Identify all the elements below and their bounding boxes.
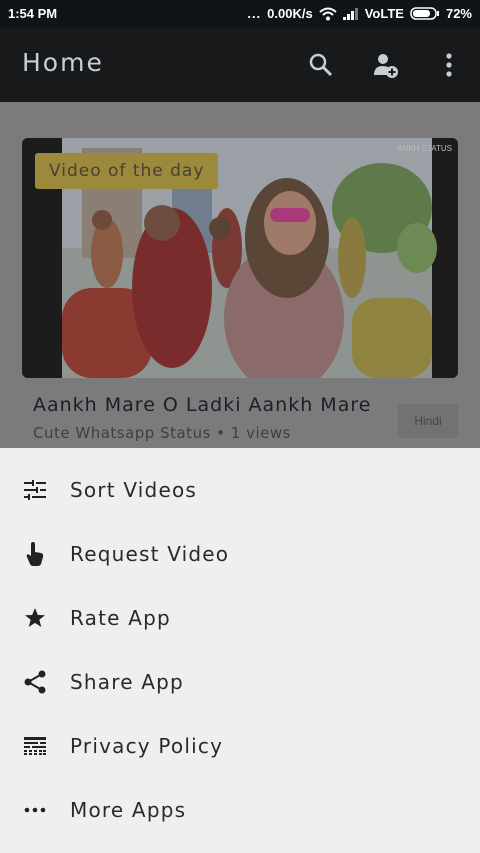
menu-item-more-apps[interactable]: More Apps	[0, 778, 480, 842]
add-user-button[interactable]	[370, 50, 400, 80]
status-time: 1:54 PM	[8, 6, 58, 21]
menu-item-share-app[interactable]: Share App	[0, 650, 480, 714]
page-title: Home	[22, 48, 104, 77]
add-user-icon	[374, 54, 398, 78]
menu-item-label: Share App	[70, 670, 184, 694]
language-chip: Hindi	[398, 404, 458, 438]
network-speed: 0.00K/s	[267, 6, 313, 21]
status-bar: 1:54 PM ... 0.00K/s VoLTE 72%	[0, 0, 480, 28]
overflow-menu-button[interactable]	[434, 50, 464, 80]
menu-item-label: More Apps	[70, 798, 187, 822]
menu-item-label: Sort Videos	[70, 478, 198, 502]
thumbnail-watermark: ANKH STATUS	[397, 144, 452, 153]
sort-icon	[23, 478, 47, 502]
menu-item-privacy-policy[interactable]: Privacy Policy	[0, 714, 480, 778]
share-icon	[23, 670, 47, 694]
signal-icon	[342, 7, 358, 20]
network-type: VoLTE	[364, 6, 404, 21]
bottom-sheet-menu: Sort Videos Request Video Rate App Share…	[0, 448, 480, 853]
video-of-the-day-badge: Video of the day	[35, 153, 219, 189]
video-title[interactable]: Aankh Mare O Ladki Aankh Mare	[33, 394, 371, 416]
status-dots: ...	[247, 6, 262, 21]
menu-item-request-video[interactable]: Request Video	[0, 522, 480, 586]
search-button[interactable]	[306, 50, 336, 80]
menu-item-sort-videos[interactable]: Sort Videos	[0, 458, 480, 522]
battery-icon	[410, 7, 439, 20]
more-vert-icon	[446, 53, 452, 77]
star-icon	[23, 606, 47, 630]
wifi-icon	[319, 7, 337, 20]
menu-item-rate-app[interactable]: Rate App	[0, 586, 480, 650]
app-bar: Home	[0, 28, 480, 102]
status-right: ... 0.00K/s VoLTE 72%	[247, 6, 472, 21]
menu-item-label: Privacy Policy	[70, 734, 224, 758]
video-meta: Cute Whatsapp Status • 1 views	[33, 424, 291, 442]
battery-level: 72%	[445, 6, 472, 21]
menu-item-label: Request Video	[70, 542, 230, 566]
menu-item-label: Rate App	[70, 606, 171, 630]
search-icon	[309, 53, 333, 77]
more-horiz-icon	[23, 798, 47, 822]
touch-icon	[23, 542, 47, 566]
policy-icon	[23, 734, 47, 758]
